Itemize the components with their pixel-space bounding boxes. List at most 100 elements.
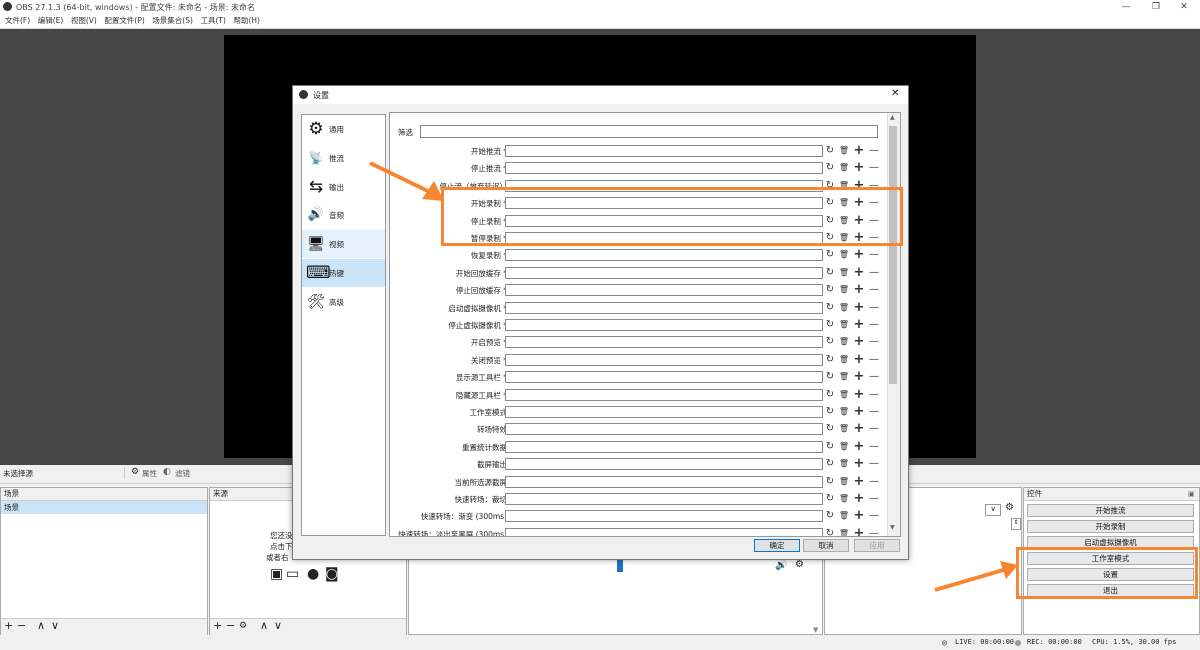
add-icon[interactable]: + <box>853 474 865 489</box>
filters-button[interactable]: 滤镜 <box>175 468 190 479</box>
ok-button[interactable]: 确定 <box>754 539 800 552</box>
start-streaming-button[interactable]: 开始推流 <box>1027 504 1194 517</box>
hotkey-input[interactable] <box>505 371 823 384</box>
trash-icon[interactable]: 🗑 <box>838 283 850 297</box>
add-icon[interactable]: + <box>853 526 865 536</box>
trash-icon[interactable]: 🗑 <box>838 475 850 489</box>
close-window-button[interactable]: ✕ <box>1170 1 1198 13</box>
filter-input[interactable] <box>420 125 878 138</box>
trash-icon[interactable]: 🗑 <box>838 370 850 384</box>
hotkey-input[interactable] <box>505 249 823 262</box>
source-settings-icon[interactable]: ⚙ <box>239 621 247 631</box>
revert-icon[interactable]: ↻ <box>824 266 836 280</box>
revert-icon[interactable]: ↻ <box>824 353 836 367</box>
trash-icon[interactable]: 🗑 <box>838 509 850 523</box>
menu-scene-collection[interactable]: 场景集合(S) <box>152 14 193 28</box>
revert-icon[interactable]: ↻ <box>824 475 836 489</box>
hotkey-input[interactable] <box>505 440 823 453</box>
hotkey-input[interactable] <box>505 388 823 401</box>
transition-dropdown[interactable]: ∨ <box>985 504 1001 516</box>
add-icon[interactable]: + <box>853 300 865 315</box>
revert-icon[interactable]: ↻ <box>824 405 836 419</box>
nav-video[interactable]: 🖥 视频 <box>302 230 385 258</box>
nav-hotkeys[interactable]: ⌨ 热键 <box>302 259 385 287</box>
maximize-button[interactable]: ❐ <box>1142 1 1170 13</box>
scene-list-item[interactable]: 场景 <box>1 501 207 514</box>
trash-icon[interactable]: 🗑 <box>838 527 850 536</box>
remove-icon[interactable]: — <box>868 318 880 332</box>
move-down-icon[interactable]: ∨ <box>274 619 282 632</box>
add-icon[interactable]: + <box>853 335 865 349</box>
remove-icon[interactable]: — <box>868 475 880 489</box>
remove-icon[interactable]: — <box>868 283 880 297</box>
gear-icon[interactable]: ⚙ <box>1005 502 1014 513</box>
remove-icon[interactable]: — <box>868 370 880 384</box>
add-icon[interactable]: + <box>853 318 865 332</box>
close-icon[interactable]: ✕ <box>891 88 899 99</box>
revert-icon[interactable]: ↻ <box>824 161 836 175</box>
trash-icon[interactable]: 🗑 <box>838 457 850 471</box>
hotkey-input[interactable] <box>505 406 823 418</box>
trash-icon[interactable]: 🗑 <box>838 405 850 419</box>
remove-icon[interactable]: — <box>868 422 880 436</box>
remove-scene-button[interactable]: − <box>17 619 26 632</box>
add-icon[interactable]: + <box>853 283 865 297</box>
add-scene-button[interactable]: + <box>4 619 13 632</box>
revert-icon[interactable]: ↻ <box>824 422 836 436</box>
revert-icon[interactable]: ↻ <box>824 492 836 506</box>
menu-file[interactable]: 文件(F) <box>5 14 30 28</box>
start-recording-button[interactable]: 开始录制 <box>1027 520 1194 533</box>
remove-icon[interactable]: — <box>868 335 880 349</box>
trash-icon[interactable]: 🗑 <box>838 422 850 436</box>
add-icon[interactable]: + <box>853 422 865 436</box>
hotkey-input[interactable] <box>505 145 823 157</box>
revert-icon[interactable]: ↻ <box>824 318 836 332</box>
remove-icon[interactable]: — <box>868 457 880 471</box>
nav-advanced[interactable]: 🛠 高级 <box>302 288 385 316</box>
remove-icon[interactable]: — <box>868 161 880 175</box>
remove-icon[interactable]: — <box>868 266 880 280</box>
hotkey-input[interactable] <box>505 353 823 366</box>
revert-icon[interactable]: ↻ <box>824 144 836 158</box>
trash-icon[interactable]: 🗑 <box>838 144 850 158</box>
move-up-icon[interactable]: ∧ <box>37 619 45 632</box>
revert-icon[interactable]: ↻ <box>824 335 836 349</box>
cancel-button[interactable]: 取消 <box>803 539 849 552</box>
add-icon[interactable]: + <box>853 144 865 158</box>
revert-icon[interactable]: ↻ <box>824 388 836 402</box>
scrollbar-thumb[interactable] <box>889 126 897 384</box>
add-source-button[interactable]: + <box>213 619 222 632</box>
trash-icon[interactable]: 🗑 <box>838 388 850 402</box>
remove-icon[interactable]: — <box>868 353 880 367</box>
volume-slider-handle[interactable] <box>617 558 623 572</box>
trash-icon[interactable]: 🗑 <box>838 301 850 315</box>
remove-icon[interactable]: — <box>868 405 880 419</box>
revert-icon[interactable]: ↻ <box>824 283 836 297</box>
hotkey-input[interactable] <box>505 423 823 436</box>
menu-help[interactable]: 帮助(H) <box>233 14 260 28</box>
remove-icon[interactable]: — <box>868 301 880 315</box>
move-down-icon[interactable]: ∨ <box>51 619 59 632</box>
trash-icon[interactable]: 🗑 <box>838 318 850 332</box>
remove-icon[interactable]: — <box>868 388 880 402</box>
hotkey-input[interactable] <box>505 301 823 314</box>
revert-icon[interactable]: ↻ <box>824 301 836 315</box>
hotkey-input[interactable] <box>505 319 823 331</box>
revert-icon[interactable]: ↻ <box>824 527 836 536</box>
add-icon[interactable]: + <box>853 352 865 367</box>
move-up-icon[interactable]: ∧ <box>260 619 268 632</box>
revert-icon[interactable]: ↻ <box>824 440 836 454</box>
trash-icon[interactable]: 🗑 <box>838 161 850 175</box>
remove-icon[interactable]: — <box>868 527 880 536</box>
scroll-down-icon[interactable]: ▼ <box>813 626 818 634</box>
add-icon[interactable]: + <box>853 387 865 402</box>
trash-icon[interactable]: 🗑 <box>838 248 850 262</box>
remove-icon[interactable]: — <box>868 492 880 506</box>
hotkey-input[interactable] <box>505 458 823 471</box>
dock-float-icon[interactable]: ▣ <box>1188 490 1195 498</box>
add-icon[interactable]: + <box>853 161 865 175</box>
hotkey-input[interactable] <box>505 162 823 175</box>
hotkey-input[interactable] <box>505 510 823 523</box>
speaker-icon[interactable]: 🔊 <box>775 560 787 571</box>
add-icon[interactable]: + <box>853 370 865 384</box>
